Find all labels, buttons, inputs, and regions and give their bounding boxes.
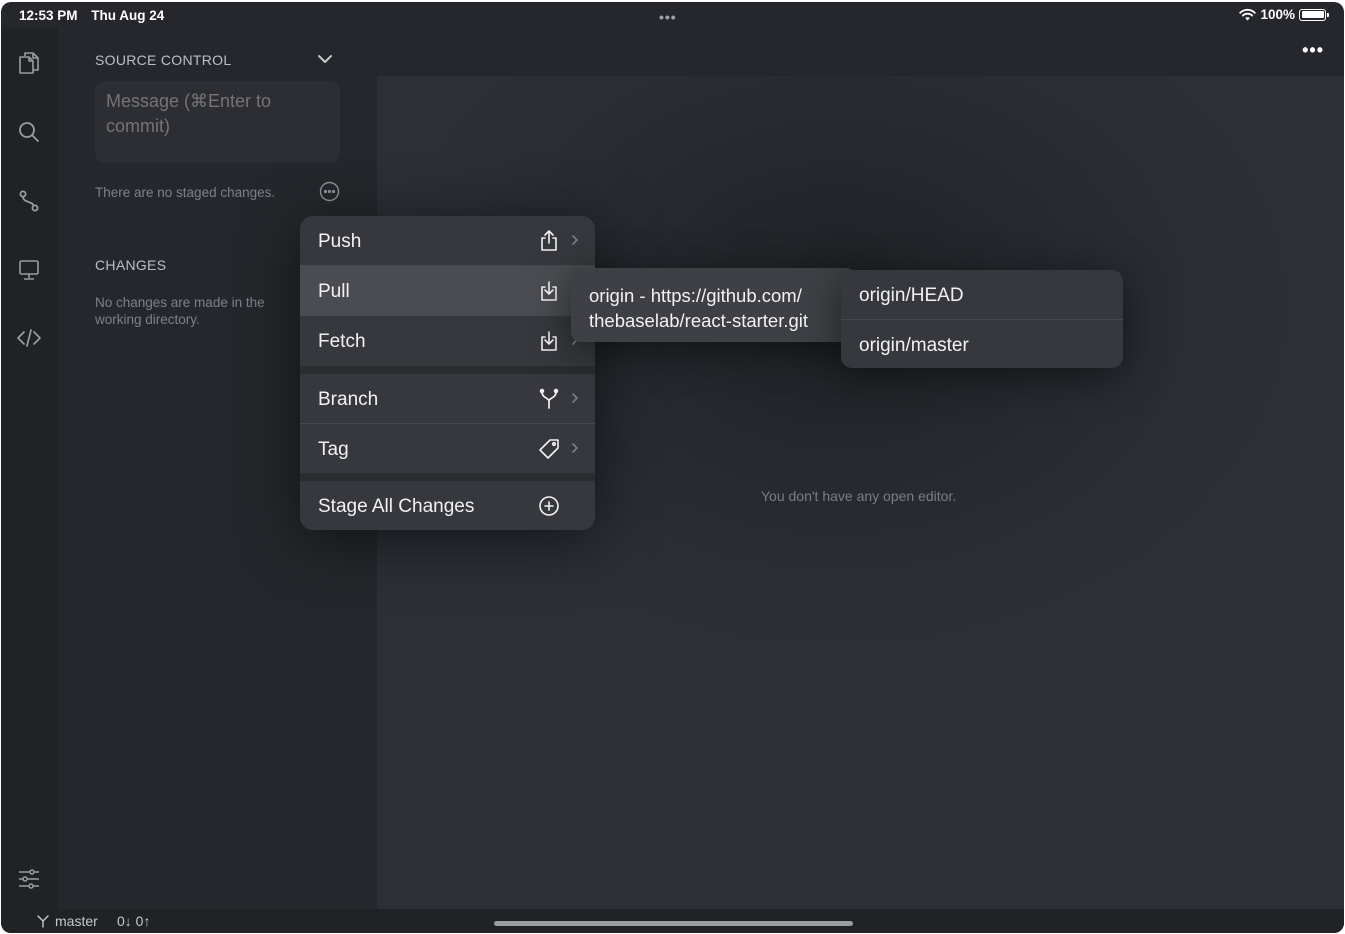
panel-title: SOURCE CONTROL xyxy=(95,52,232,68)
menu-item-tag[interactable]: Tag xyxy=(300,424,595,473)
changes-section-title: CHANGES xyxy=(95,257,167,273)
menu-item-label: Stage All Changes xyxy=(318,496,475,517)
chevron-right-icon xyxy=(572,235,579,245)
chevron-right-icon xyxy=(572,393,579,403)
branch-option-master[interactable]: origin/master xyxy=(841,320,1123,368)
menu-item-pull[interactable]: Pull xyxy=(300,266,595,315)
chevron-right-icon xyxy=(572,443,579,453)
commit-message-input[interactable] xyxy=(95,81,340,163)
editor-header: ••• xyxy=(377,28,1344,76)
menu-item-label: Push xyxy=(318,231,362,252)
branch-option-label: origin/HEAD xyxy=(859,285,964,306)
git-actions-menu: Push Pull Fetch Branch Tag Stage All Cha… xyxy=(300,216,595,530)
menu-item-push[interactable]: Push xyxy=(300,216,595,265)
home-indicator[interactable] xyxy=(494,921,853,926)
wifi-icon xyxy=(1239,8,1257,21)
battery-icon xyxy=(1299,8,1329,21)
branch-icon xyxy=(539,388,559,409)
branch-option-head[interactable]: origin/HEAD xyxy=(841,270,1123,319)
menu-item-label: Fetch xyxy=(318,331,366,352)
battery-percent: 100% xyxy=(1260,7,1295,22)
settings-sliders-icon[interactable] xyxy=(16,866,42,892)
menu-item-fetch[interactable]: Fetch xyxy=(300,316,595,365)
status-time: 12:53 PM xyxy=(19,8,78,23)
plus-circle-icon xyxy=(539,496,559,516)
pull-branch-submenu: origin/HEAD origin/master xyxy=(841,270,1123,368)
no-staged-text: There are no staged changes. xyxy=(95,185,276,200)
status-time-group: 12:53 PM Thu Aug 24 xyxy=(19,8,174,23)
menu-item-label: Tag xyxy=(318,439,349,460)
sync-status[interactable]: 0↓ 0↑ xyxy=(117,913,150,929)
more-options-icon[interactable] xyxy=(319,181,340,202)
download-icon xyxy=(541,281,557,301)
menu-item-label: Pull xyxy=(318,281,350,302)
app-window: 12:53 PM Thu Aug 24 ••• 100% SOURCE CONT… xyxy=(1,2,1344,933)
status-right: 100% xyxy=(1239,7,1329,22)
files-icon[interactable] xyxy=(16,50,42,76)
remote-origin-item[interactable]: origin - https://github.com/ thebaselab/… xyxy=(589,283,838,333)
pull-remote-submenu: origin - https://github.com/ thebaselab/… xyxy=(571,268,856,342)
branch-icon xyxy=(37,914,49,928)
source-control-icon[interactable] xyxy=(16,188,42,214)
share-icon xyxy=(541,230,557,251)
activity-bar xyxy=(1,28,58,909)
no-changes-text: No changes are made in the working direc… xyxy=(95,295,265,327)
search-icon[interactable] xyxy=(16,119,42,145)
branch-indicator[interactable]: master xyxy=(37,913,98,929)
menu-item-label: Branch xyxy=(318,389,379,410)
bottom-status-bar: master 0↓ 0↑ xyxy=(1,909,1344,933)
branch-option-label: origin/master xyxy=(859,335,969,356)
status-bar: 12:53 PM Thu Aug 24 ••• 100% xyxy=(1,2,1344,28)
branch-name: master xyxy=(55,913,98,929)
chevron-down-icon[interactable] xyxy=(316,52,334,66)
empty-editor-message: You don't have any open editor. xyxy=(761,488,957,504)
multitasking-dots-icon[interactable]: ••• xyxy=(659,9,677,25)
code-icon[interactable] xyxy=(16,325,42,351)
status-date: Thu Aug 24 xyxy=(91,8,165,23)
tag-icon xyxy=(539,439,559,459)
menu-item-stage-all[interactable]: Stage All Changes xyxy=(300,481,595,530)
menu-item-branch[interactable]: Branch xyxy=(300,374,595,423)
editor-more-icon[interactable]: ••• xyxy=(1302,40,1324,61)
download-icon xyxy=(541,331,557,351)
remote-explorer-icon[interactable] xyxy=(16,257,42,283)
